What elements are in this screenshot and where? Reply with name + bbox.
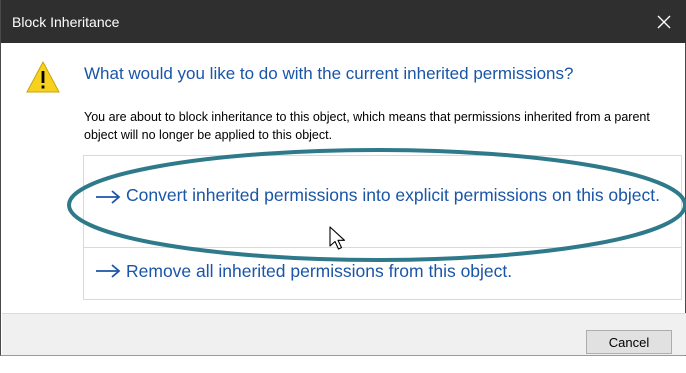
remove-permissions-label: Remove all inherited permissions from th… — [126, 261, 513, 281]
cancel-button[interactable]: Cancel — [586, 330, 672, 354]
options-panel: Convert inherited permissions into expli… — [83, 155, 682, 300]
dialog-heading: What would you like to do with the curre… — [84, 64, 574, 83]
dialog-footer — [2, 313, 686, 355]
title-bar: Block Inheritance — [1, 0, 686, 43]
background — [0, 356, 686, 373]
arrow-right-icon — [96, 190, 121, 204]
dialog-description: You are about to block inheritance to th… — [84, 110, 650, 142]
close-button[interactable] — [641, 0, 686, 43]
block-inheritance-dialog: Block Inheritance What would you like to… — [0, 0, 686, 356]
convert-permissions-label: Convert inherited permissions into expli… — [126, 185, 660, 205]
remove-permissions-option[interactable]: Remove all inherited permissions from th… — [84, 249, 681, 300]
close-icon — [657, 15, 671, 28]
convert-permissions-option[interactable]: Convert inherited permissions into expli… — [84, 156, 681, 248]
warning-icon — [26, 60, 60, 93]
arrow-right-icon — [96, 264, 121, 278]
window-title: Block Inheritance — [12, 14, 120, 30]
